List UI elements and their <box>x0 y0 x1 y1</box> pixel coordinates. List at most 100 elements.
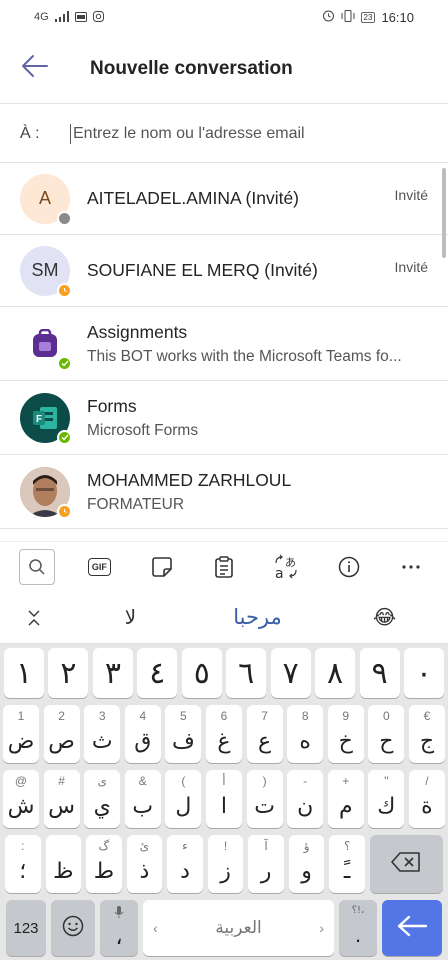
key-2[interactable]: ٢ <box>48 648 89 698</box>
space-key[interactable]: ‹ العربية › <box>143 900 334 956</box>
backspace-icon <box>391 851 421 877</box>
clipboard-icon[interactable] <box>206 549 242 585</box>
suggestion-1[interactable]: لا <box>81 605 181 630</box>
key[interactable]: € ج <box>408 705 445 763</box>
info-icon[interactable] <box>331 549 367 585</box>
recipient-input[interactable] <box>70 123 428 144</box>
letter-row-2: @ ش # س ىي & ب (ل أا ) ت -ن + م " ك / ة <box>2 770 446 828</box>
presence-away-icon <box>57 503 72 519</box>
search-icon[interactable] <box>19 549 56 585</box>
clock: 16:10 <box>381 9 414 25</box>
guest-badge: Invité <box>394 259 428 275</box>
key[interactable]: : ؛ <box>5 835 41 893</box>
key[interactable]: ! ز <box>207 835 244 893</box>
key[interactable]: 5ف <box>165 705 202 763</box>
sticker-icon[interactable] <box>144 549 180 585</box>
key[interactable]: " ك <box>368 770 405 828</box>
key[interactable]: 3ث <box>84 705 121 763</box>
key-3[interactable]: ٣ <box>92 648 133 698</box>
key[interactable]: ) ت <box>246 770 283 828</box>
key-1[interactable]: ١ <box>4 648 44 698</box>
page-title: Nouvelle conversation <box>90 57 293 79</box>
contact-name: Assignments <box>87 321 188 342</box>
key[interactable]: & ب <box>124 770 161 828</box>
more-icon[interactable] <box>393 549 429 585</box>
network-label: 4G <box>34 11 49 23</box>
key[interactable]: ظ <box>45 835 82 893</box>
key[interactable]: ؤو <box>288 835 325 893</box>
key[interactable]: + م <box>327 770 364 828</box>
key[interactable]: -ن <box>287 770 324 828</box>
key[interactable]: آر <box>248 835 284 893</box>
emoji-key[interactable] <box>51 900 95 956</box>
key[interactable]: گط <box>86 835 122 893</box>
arrow-left-icon <box>396 915 428 942</box>
enter-key[interactable] <box>382 900 442 956</box>
numbers-switch-key[interactable]: 123 <box>6 900 46 956</box>
key-5[interactable]: ٥ <box>181 648 222 698</box>
suggestion-2[interactable]: مرحبا <box>208 605 308 630</box>
battery-icon: 23 <box>360 11 376 23</box>
number-row: ١ ٢ ٣ ٤ ٥ ٦ ٧ ٨ ٩ ٠ <box>2 648 446 698</box>
key[interactable]: 7ع <box>246 705 283 763</box>
contact-description: This BOT works with the Microsoft Teams … <box>87 347 402 365</box>
contact-suggestion-list: A AITELADEL.AMINA (Invité) Invité SM SOU… <box>0 163 448 531</box>
arrow-left-icon <box>21 54 49 83</box>
collapse-suggestions-icon[interactable] <box>14 600 54 636</box>
recipient-label: À : <box>20 124 40 142</box>
key[interactable]: 8ه <box>287 705 324 763</box>
key-4[interactable]: ٤ <box>137 648 178 698</box>
key[interactable]: 0ح <box>368 705 405 763</box>
key[interactable]: / ة <box>408 770 445 828</box>
presence-offline-icon <box>57 210 72 226</box>
svg-text:F: F <box>36 414 42 425</box>
key[interactable]: ىي <box>84 770 121 828</box>
gif-icon[interactable]: GIF <box>81 549 117 585</box>
key[interactable]: ؟ ـً <box>329 835 365 893</box>
suggestion-3[interactable]: 😂 <box>335 605 435 630</box>
contact-description: FORMATEUR <box>87 495 185 513</box>
translate-icon[interactable]: aあ <box>268 549 304 585</box>
key[interactable]: 4ق <box>124 705 161 763</box>
key-9[interactable]: ٩ <box>359 648 400 698</box>
key[interactable]: 6غ <box>205 705 242 763</box>
key[interactable]: أا <box>205 770 242 828</box>
avatar: SM <box>20 245 72 298</box>
presence-available-icon <box>57 355 72 371</box>
backspace-key[interactable] <box>369 835 443 893</box>
key[interactable]: 2ص <box>43 705 80 763</box>
chevron-left-icon: ‹ <box>153 920 158 936</box>
contact-description: Microsoft Forms <box>87 421 199 439</box>
letter-row-3: : ؛ ظ گط ئذ ءد ! ز آر ؤو ؟ ـً <box>2 835 446 893</box>
vibrate-icon <box>341 9 355 25</box>
app-notification-icon <box>74 10 87 25</box>
list-item[interactable]: F Forms Microsoft Forms <box>0 381 448 455</box>
key[interactable]: # س <box>43 770 80 828</box>
key-0[interactable]: ٠ <box>403 648 444 698</box>
alarm-icon <box>322 9 335 25</box>
chevron-right-icon: › <box>319 920 324 936</box>
comma-key[interactable]: ، <box>100 900 138 956</box>
key-7[interactable]: ٧ <box>270 648 311 698</box>
list-item[interactable]: MOHAMMED ZARHLOUL FORMATEUR <box>0 455 448 529</box>
key-6[interactable]: ٦ <box>226 648 267 698</box>
list-item[interactable]: Assignments This BOT works with the Micr… <box>0 307 448 381</box>
list-scrollbar[interactable] <box>442 168 446 258</box>
guest-badge: Invité <box>394 187 428 203</box>
period-key[interactable]: ؟!، . <box>339 900 377 956</box>
key[interactable]: ءد <box>167 835 203 893</box>
key[interactable]: @ ش <box>3 770 39 828</box>
key[interactable]: (ل <box>165 770 202 828</box>
list-item[interactable]: A AITELADEL.AMINA (Invité) Invité <box>0 163 448 235</box>
avatar <box>20 318 72 371</box>
key[interactable]: ئذ <box>126 835 163 893</box>
key[interactable]: 1ض <box>3 705 39 763</box>
app-header: Nouvelle conversation <box>0 34 448 104</box>
letter-row-1: 1ض 2ص 3ث 4ق 5ف 6غ 7ع 8ه 9خ 0ح € ج <box>2 705 446 763</box>
recipient-row: À : <box>0 105 448 163</box>
key[interactable]: 9خ <box>327 705 364 763</box>
contact-name: Forms <box>87 395 137 416</box>
list-item[interactable]: SM SOUFIANE EL MERQ (Invité) Invité <box>0 235 448 307</box>
key-8[interactable]: ٨ <box>315 648 356 698</box>
back-button[interactable] <box>0 34 70 104</box>
